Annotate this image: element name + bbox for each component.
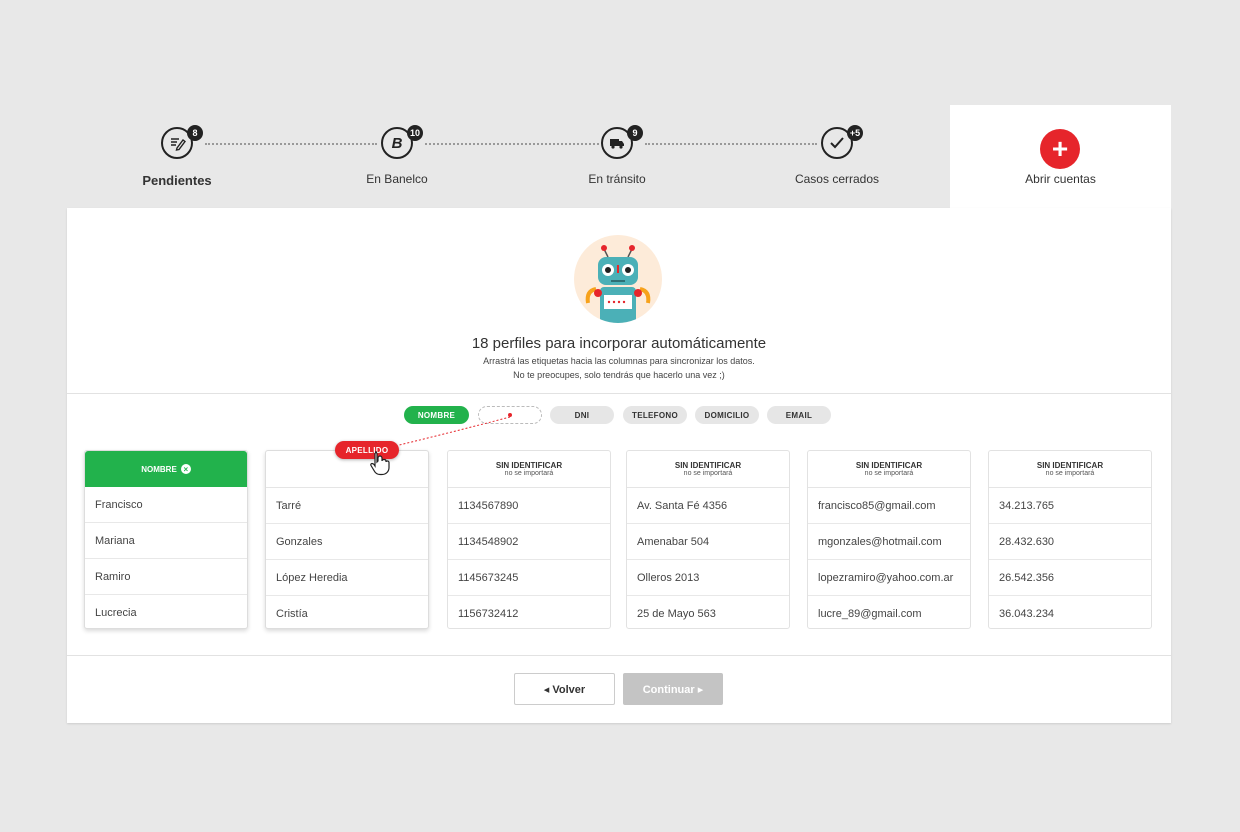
continue-button[interactable]: Continuar ▸ bbox=[623, 673, 723, 705]
tab-en-banelco[interactable]: B 10 En Banelco bbox=[287, 105, 507, 208]
intro-headline: 18 perfiles para incorporar automáticame… bbox=[471, 335, 767, 352]
table-cell: mgonzales@hotmail.com bbox=[808, 524, 970, 560]
table-cell: 34.213.765 bbox=[989, 488, 1151, 524]
count-badge: +5 bbox=[847, 125, 863, 141]
table-cell: Cristía bbox=[276, 607, 308, 620]
tab-label: Abrir cuentas bbox=[1025, 172, 1096, 186]
column-apellido-target[interactable]: Tarré Gonzales López Heredia Cristía bbox=[265, 450, 429, 629]
divider bbox=[67, 655, 1171, 656]
tab-label: En tránsito bbox=[588, 172, 646, 186]
column-email[interactable]: SIN IDENTIFICAR no se importará francisco… bbox=[807, 450, 971, 629]
grab-cursor-icon bbox=[370, 451, 390, 476]
column-header: NOMBRE × bbox=[85, 451, 247, 487]
table-cell: 1134567890 bbox=[448, 488, 610, 524]
column-header: SIN IDENTIFICAR no se importará bbox=[627, 451, 789, 488]
table-cell: lucre_89@gmail.com bbox=[818, 607, 922, 620]
table-cell: 1134548902 bbox=[448, 524, 610, 560]
table-cell: 25 de Mayo 563 bbox=[637, 607, 716, 620]
tab-abrir-cuentas[interactable]: + Abrir cuentas bbox=[950, 105, 1171, 209]
table-cell: López Heredia bbox=[266, 560, 428, 596]
table-cell: 1145673245 bbox=[448, 560, 610, 596]
plus-icon: + bbox=[1040, 129, 1080, 169]
divider bbox=[67, 393, 1171, 394]
tab-label: En Banelco bbox=[366, 172, 428, 186]
table-cell: Amenabar 504 bbox=[627, 524, 789, 560]
table-cell: francisco85@gmail.com bbox=[808, 488, 970, 524]
count-badge: 8 bbox=[187, 125, 203, 141]
intro-instructions: Arrastrá las etiquetas hacia las columna… bbox=[483, 356, 755, 366]
robot-illustration bbox=[574, 235, 662, 323]
table-cell: Tarré bbox=[266, 488, 428, 524]
count-badge: 10 bbox=[407, 125, 423, 141]
table-cell: Lucrecia bbox=[95, 606, 137, 619]
remove-icon[interactable]: × bbox=[180, 464, 191, 474]
column-domicilio[interactable]: SIN IDENTIFICAR no se importará Av. Santa… bbox=[626, 450, 790, 629]
tab-casos-cerrados[interactable]: +5 Casos cerrados bbox=[727, 105, 947, 208]
table-cell: Gonzales bbox=[266, 524, 428, 560]
table-cell: Ramiro bbox=[85, 559, 247, 595]
column-nombre[interactable]: NOMBRE × Francisco Mariana Ramiro Lucreci… bbox=[84, 450, 248, 629]
status-tabs: 8 Pendientes B 10 En Banelco 9 En tránsi… bbox=[67, 105, 950, 208]
tab-pendientes[interactable]: 8 Pendientes bbox=[67, 105, 287, 208]
tag-email[interactable]: EMAIL bbox=[767, 406, 831, 424]
column-header: SIN IDENTIFICAR no se importará bbox=[448, 451, 610, 488]
tag-dni[interactable]: DNI bbox=[550, 406, 614, 424]
count-badge: 9 bbox=[627, 125, 643, 141]
tab-label: Casos cerrados bbox=[794, 172, 880, 186]
table-cell: Av. Santa Fé 4356 bbox=[627, 488, 789, 524]
column-telefono[interactable]: SIN IDENTIFICAR no se importará 113456789… bbox=[447, 450, 611, 629]
column-header: SIN IDENTIFICAR no se importará bbox=[989, 451, 1151, 488]
column-dni[interactable]: SIN IDENTIFICAR no se importará 34.213.76… bbox=[988, 450, 1152, 629]
table-cell: lopezramiro@yahoo.com.ar bbox=[808, 560, 970, 596]
table-cell: Francisco bbox=[85, 487, 247, 523]
table-cell: Mariana bbox=[85, 523, 247, 559]
table-cell: 1156732412 bbox=[458, 607, 519, 620]
intro-note: No te preocupes, solo tendrás que hacerl… bbox=[513, 370, 725, 380]
back-button[interactable]: ◂ Volver bbox=[514, 673, 615, 705]
table-cell: Olleros 2013 bbox=[627, 560, 789, 596]
tab-label: Pendientes bbox=[142, 173, 212, 188]
import-panel: 18 perfiles para incorporar automáticame… bbox=[67, 208, 1171, 723]
tag-domicilio[interactable]: DOMICILIO bbox=[695, 406, 759, 424]
table-cell: 26.542.356 bbox=[989, 560, 1151, 596]
table-cell: 36.043.234 bbox=[999, 607, 1055, 620]
tag-telefono[interactable]: TELEFONO bbox=[623, 406, 687, 424]
tab-en-transito[interactable]: 9 En tránsito bbox=[507, 105, 727, 208]
table-cell: 28.432.630 bbox=[989, 524, 1151, 560]
column-header: SIN IDENTIFICAR no se importará bbox=[808, 451, 970, 488]
